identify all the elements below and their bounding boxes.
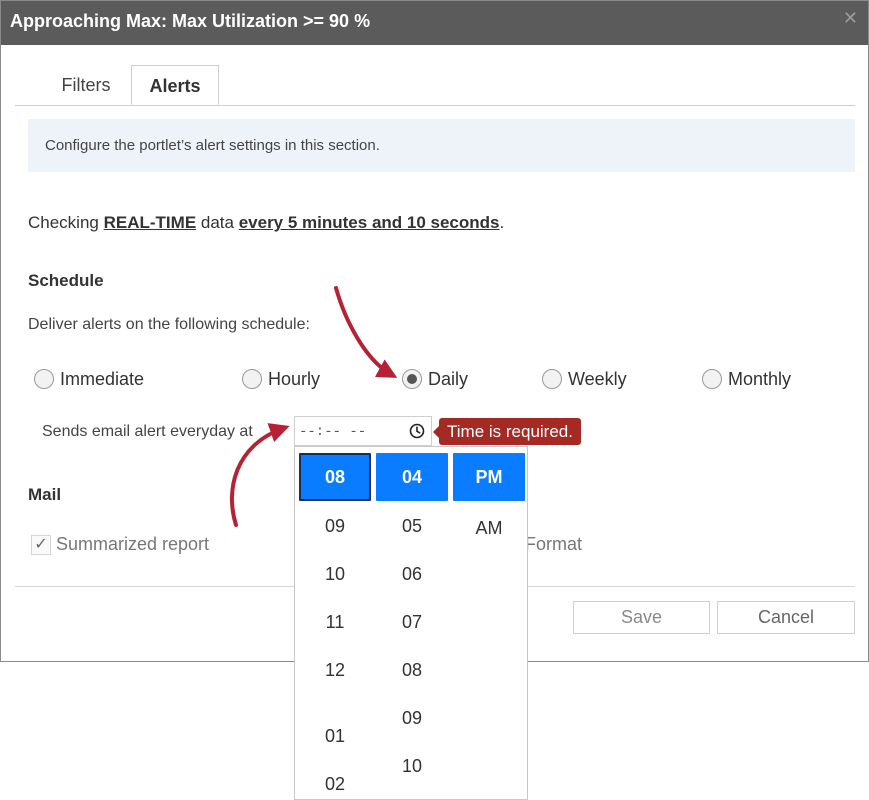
close-icon[interactable]: ✕ [843, 9, 858, 27]
minute-option[interactable]: 06 [376, 550, 448, 598]
minute-option[interactable]: 08 [376, 646, 448, 694]
radio-label: Weekly [568, 368, 627, 389]
time-value: --:-- -- [299, 424, 367, 440]
hour-option[interactable]: 11 [299, 598, 371, 646]
mail-heading: Mail [28, 485, 62, 504]
checking-suffix: . [499, 213, 505, 232]
minute-option[interactable]: 10 [376, 742, 448, 790]
hour-option[interactable]: 09 [299, 502, 371, 550]
minute-option[interactable]: 09 [376, 694, 448, 742]
minute-option[interactable]: 07 [376, 598, 448, 646]
radio-circle-checked[interactable] [402, 369, 422, 389]
interval-link[interactable]: every 5 minutes and 10 seconds [239, 213, 500, 232]
format-label: Format [525, 534, 583, 554]
checking-summary: Checking REAL-TIME data every 5 minutes … [28, 213, 504, 233]
tab-bar: Filters Alerts [15, 65, 855, 106]
hour-option[interactable]: 10 [299, 550, 371, 598]
radio-label: Immediate [60, 368, 145, 389]
summarized-report-label: Summarized report [56, 534, 210, 554]
hour-option[interactable]: 08 [299, 453, 371, 501]
sends-label: Sends email alert everyday at [42, 423, 253, 440]
time-input[interactable]: --:-- -- [294, 416, 432, 446]
radio-circle[interactable] [242, 369, 262, 389]
hour-option[interactable]: 02 [299, 760, 371, 799]
tab-filters[interactable]: Filters [45, 65, 127, 104]
period-option[interactable]: PM [453, 453, 525, 501]
clock-icon[interactable] [409, 423, 425, 439]
radio-immediate[interactable]: Immediate [34, 367, 144, 391]
radio-label: Hourly [268, 368, 321, 389]
radio-label: Monthly [728, 368, 792, 389]
minute-option[interactable]: 04 [376, 453, 448, 501]
format-option[interactable]: Format [525, 534, 582, 555]
dialog-title: Approaching Max: Max Utilization >= 90 % [10, 11, 371, 31]
info-text: Configure the portlet’s alert settings i… [45, 137, 380, 154]
radio-circle[interactable] [702, 369, 722, 389]
hour-option[interactable]: 12 [299, 646, 371, 694]
radio-daily[interactable]: Daily [402, 367, 468, 391]
radio-weekly[interactable]: Weekly [542, 367, 627, 391]
checking-prefix: Checking [28, 213, 104, 232]
tab-alerts[interactable]: Alerts [131, 65, 219, 105]
save-button[interactable]: Save [573, 601, 710, 634]
radio-circle[interactable] [542, 369, 562, 389]
time-picker-dropdown: 08 09 10 11 12 01 02 04 05 06 07 08 09 1… [294, 446, 528, 800]
summarized-report-checkbox[interactable]: ✓ Summarized report [31, 534, 209, 555]
radio-circle[interactable] [34, 369, 54, 389]
radio-label: Daily [428, 368, 469, 389]
schedule-heading: Schedule [28, 271, 104, 290]
deliver-label: Deliver alerts on the following schedule… [28, 316, 310, 333]
radio-hourly[interactable]: Hourly [242, 367, 320, 391]
hour-option[interactable]: 01 [299, 712, 371, 760]
radio-monthly[interactable]: Monthly [702, 367, 791, 391]
time-required-error: Time is required. [433, 418, 581, 445]
checking-middle: data [196, 213, 239, 232]
cancel-button[interactable]: Cancel [717, 601, 855, 634]
period-option[interactable]: AM [453, 504, 525, 552]
data-type-link[interactable]: REAL-TIME [104, 213, 197, 232]
minute-option[interactable]: 05 [376, 502, 448, 550]
check-icon[interactable]: ✓ [31, 534, 51, 555]
dialog-titlebar: Approaching Max: Max Utilization >= 90 %… [1, 1, 868, 45]
info-box: Configure the portlet’s alert settings i… [28, 119, 855, 172]
